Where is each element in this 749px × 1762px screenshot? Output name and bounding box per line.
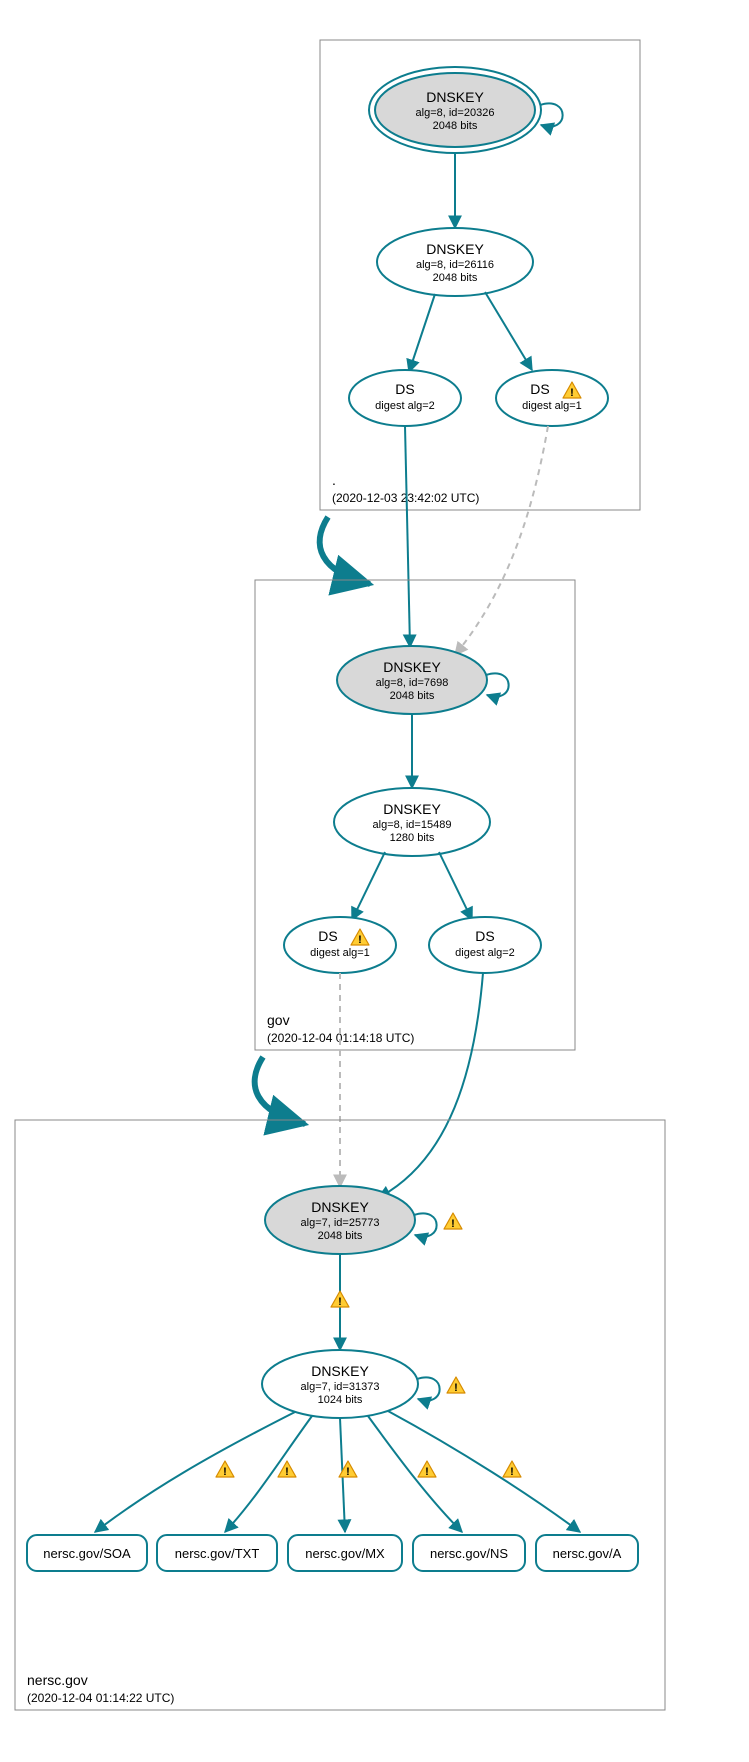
node-sublabel: 2048 bits: [433, 120, 478, 132]
node-label: DS: [318, 928, 337, 944]
node-sublabel: alg=8, id=15489: [373, 819, 452, 831]
node-sublabel: alg=8, id=20326: [416, 107, 495, 119]
node-label: DNSKEY: [311, 1363, 369, 1379]
node-label: DNSKEY: [426, 241, 484, 257]
node-nersc-ksk[interactable]: DNSKEY alg=7, id=25773 2048 bits: [265, 1186, 415, 1254]
node-label: DNSKEY: [311, 1199, 369, 1215]
node-sublabel: 1280 bits: [390, 832, 435, 844]
node-sublabel: 2048 bits: [433, 272, 478, 284]
delegation-arrow: [255, 1057, 305, 1124]
node-root-ds1[interactable]: DS digest alg=1: [496, 370, 608, 426]
warning-icon: [278, 1461, 296, 1478]
node-sublabel: 1024 bits: [318, 1394, 363, 1406]
node-sublabel: digest alg=2: [375, 400, 435, 412]
edge: [405, 426, 410, 647]
node-sublabel: 2048 bits: [318, 1230, 363, 1242]
node-gov-ksk[interactable]: DNSKEY alg=8, id=7698 2048 bits: [337, 646, 487, 714]
edge: [388, 1411, 580, 1532]
node-label: DNSKEY: [426, 89, 484, 105]
zone-nersc: nersc.gov (2020-12-04 01:14:22 UTC) DNSK…: [15, 1120, 665, 1710]
edge: [368, 1416, 462, 1532]
node-label: DNSKEY: [383, 801, 441, 817]
edge: [439, 852, 472, 920]
node-gov-zsk[interactable]: DNSKEY alg=8, id=15489 1280 bits: [334, 788, 490, 856]
zone-nersc-name: nersc.gov: [27, 1672, 88, 1688]
edge: [95, 1412, 295, 1532]
edge-insecure: [455, 426, 548, 655]
zone-gov-name: gov: [267, 1012, 290, 1028]
edge-self-loop: [414, 1213, 437, 1236]
edge: [352, 852, 385, 920]
warning-icon: [503, 1461, 521, 1478]
record-label: nersc.gov/A: [553, 1546, 622, 1561]
dnssec-graph: ! . (2020-12-03 23:42:02 UTC) DNSKEY alg…: [0, 0, 749, 1762]
node-label: DS: [475, 928, 494, 944]
edge-self-loop: [540, 103, 563, 126]
record-label: nersc.gov/NS: [430, 1546, 508, 1561]
record-label: nersc.gov/SOA: [43, 1546, 131, 1561]
warning-icon: [447, 1377, 465, 1394]
node-root-ksk[interactable]: DNSKEY alg=8, id=20326 2048 bits: [369, 67, 541, 153]
edge: [378, 973, 483, 1198]
node-label: DS: [395, 381, 414, 397]
record-label: nersc.gov/TXT: [175, 1546, 260, 1561]
node-sublabel: digest alg=1: [310, 947, 370, 959]
record-soa[interactable]: nersc.gov/SOA: [27, 1535, 147, 1571]
record-ns[interactable]: nersc.gov/NS: [413, 1535, 525, 1571]
edge-self-loop: [486, 673, 509, 696]
node-sublabel: digest alg=1: [522, 400, 582, 412]
warning-icon: [444, 1213, 462, 1230]
delegation-arrow: [320, 517, 370, 584]
node-root-zsk[interactable]: DNSKEY alg=8, id=26116 2048 bits: [377, 228, 533, 296]
zone-root: . (2020-12-03 23:42:02 UTC) DNSKEY alg=8…: [320, 40, 640, 510]
node-gov-ds2[interactable]: DS digest alg=2: [429, 917, 541, 973]
record-mx[interactable]: nersc.gov/MX: [288, 1535, 402, 1571]
node-sublabel: 2048 bits: [390, 690, 435, 702]
zone-root-name: .: [332, 472, 336, 488]
zone-nersc-timestamp: (2020-12-04 01:14:22 UTC): [27, 1691, 174, 1705]
node-gov-ds1[interactable]: DS digest alg=1: [284, 917, 396, 973]
warning-icon: [216, 1461, 234, 1478]
edge: [225, 1416, 312, 1532]
node-label: DS: [530, 381, 549, 397]
record-label: nersc.gov/MX: [305, 1546, 385, 1561]
zone-gov: gov (2020-12-04 01:14:18 UTC) DNSKEY alg…: [255, 580, 575, 1050]
node-label: DNSKEY: [383, 659, 441, 675]
warning-icon: [418, 1461, 436, 1478]
warning-icon: [331, 1291, 349, 1308]
node-sublabel: digest alg=2: [455, 947, 515, 959]
edge: [409, 294, 435, 372]
record-txt[interactable]: nersc.gov/TXT: [157, 1535, 277, 1571]
node-sublabel: alg=8, id=7698: [376, 677, 449, 689]
node-sublabel: alg=7, id=31373: [301, 1381, 380, 1393]
edge-self-loop: [417, 1377, 440, 1400]
record-a[interactable]: nersc.gov/A: [536, 1535, 638, 1571]
edge: [485, 292, 532, 370]
node-root-ds2[interactable]: DS digest alg=2: [349, 370, 461, 426]
node-sublabel: alg=8, id=26116: [416, 259, 494, 271]
node-nersc-zsk[interactable]: DNSKEY alg=7, id=31373 1024 bits: [262, 1350, 418, 1418]
node-sublabel: alg=7, id=25773: [301, 1217, 380, 1229]
